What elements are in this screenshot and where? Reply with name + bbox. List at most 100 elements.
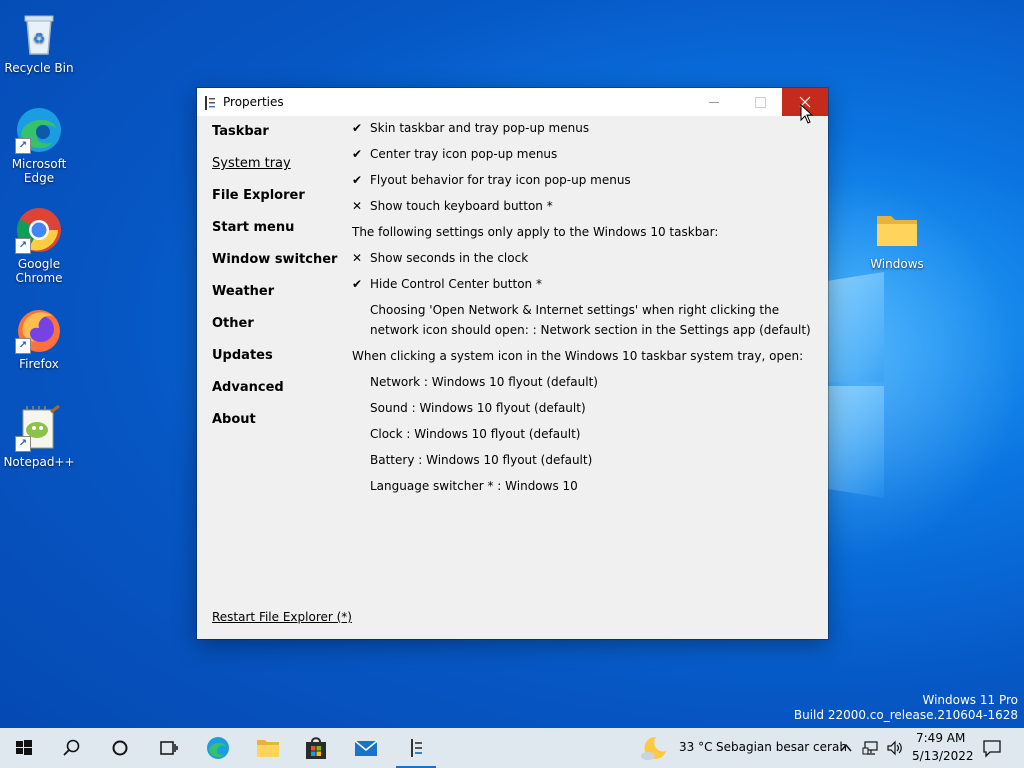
setting-clock-flyout[interactable]: Clock : Windows 10 flyout (default) [370, 427, 580, 441]
desktop-icon-label: Recycle Bin [4, 61, 74, 75]
app-icon [205, 95, 217, 110]
cortana-button[interactable] [96, 728, 144, 768]
maximize-button[interactable] [737, 88, 783, 116]
chrome-icon: ↗ [15, 206, 63, 254]
setting-battery-flyout[interactable]: Battery : Windows 10 flyout (default) [370, 453, 592, 467]
mail-icon [354, 740, 378, 756]
section-note: The following settings only apply to the… [352, 225, 719, 239]
nav-item-weather[interactable]: Weather [212, 284, 337, 316]
setting-show-seconds[interactable]: ✕ Show seconds in the clock [352, 251, 528, 265]
nav-item-advanced[interactable]: Advanced [212, 380, 337, 412]
shortcut-arrow-icon: ↗ [15, 436, 31, 452]
setting-label: Center tray icon pop-up menus [370, 147, 558, 161]
windows-logo-icon [16, 740, 32, 755]
desktop-icon-windows-folder[interactable]: Windows [860, 206, 934, 271]
setting-sound-flyout[interactable]: Sound : Windows 10 flyout (default) [370, 401, 586, 415]
desktop-icon-label: Google Chrome [15, 257, 63, 285]
desktop-icon-label: Windows [870, 257, 924, 271]
setting-label: network icon should open: : Network sect… [370, 323, 811, 337]
desktop-icon-notepadpp[interactable]: ↗ Notepad++ [2, 404, 76, 469]
notepadpp-icon: ↗ [15, 404, 63, 452]
volume-icon[interactable] [886, 739, 904, 757]
cortana-icon [112, 740, 128, 756]
clock-time: 7:49 AM [916, 731, 966, 745]
desktop-icon-label: Firefox [19, 357, 59, 371]
nav-item-updates[interactable]: Updates [212, 348, 337, 380]
notification-icon[interactable] [982, 738, 1002, 758]
search-button[interactable] [48, 728, 96, 768]
nav-item-start-menu[interactable]: Start menu [212, 220, 337, 252]
nav-item-other[interactable]: Other [212, 316, 337, 348]
nav-item-about[interactable]: About [212, 412, 337, 444]
nav-item-system-tray[interactable]: System tray [212, 156, 337, 188]
cross-icon: ✕ [352, 199, 363, 213]
setting-hide-control-center[interactable]: ✔ Hide Control Center button * [352, 277, 542, 291]
setting-network-choice[interactable]: Choosing 'Open Network & Internet settin… [370, 303, 811, 337]
desktop-icon-recycle-bin[interactable]: ♻ Recycle Bin [2, 10, 76, 75]
setting-network-flyout[interactable]: Network : Windows 10 flyout (default) [370, 375, 598, 389]
minimize-button[interactable] [691, 88, 737, 116]
setting-flyout-behavior[interactable]: ✔ Flyout behavior for tray icon pop-up me… [352, 173, 631, 187]
checkmark-icon: ✔ [352, 277, 363, 291]
edge-icon [207, 737, 229, 759]
shortcut-arrow-icon: ↗ [15, 338, 31, 354]
svg-text:♻: ♻ [33, 31, 46, 47]
window-title: Properties [223, 95, 284, 109]
setting-language-switcher[interactable]: Language switcher * : Windows 10 [370, 479, 578, 493]
nav-item-file-explorer[interactable]: File Explorer [212, 188, 337, 220]
setting-skin-taskbar[interactable]: ✔ Skin taskbar and tray pop-up menus [352, 121, 589, 135]
shortcut-arrow-icon: ↗ [15, 138, 31, 154]
restart-explorer-link[interactable]: Restart File Explorer (*) [212, 610, 352, 624]
setting-touch-keyboard[interactable]: ✕ Show touch keyboard button * [352, 199, 553, 213]
checkmark-icon: ✔ [352, 173, 363, 187]
task-view-button[interactable] [144, 728, 192, 768]
watermark-edition: Windows 11 Pro [922, 693, 1018, 707]
search-icon [63, 739, 80, 756]
recycle-bin-icon: ♻ [15, 10, 63, 58]
windows-watermark: Windows 11 Pro Build 22000.co_release.21… [794, 693, 1018, 723]
shortcut-arrow-icon: ↗ [15, 238, 31, 254]
desktop-icon-chrome[interactable]: ↗ Google Chrome [2, 206, 76, 285]
firefox-icon: ↗ [15, 306, 63, 354]
taskbar-file-explorer[interactable] [244, 728, 292, 768]
weather-description: Sebagian besar cerah [716, 740, 847, 754]
nav-item-taskbar[interactable]: Taskbar [212, 124, 337, 156]
system-icon-note: When clicking a system icon in the Windo… [352, 349, 804, 363]
desktop-icon-label: Microsoft Edge [11, 157, 67, 185]
network-icon[interactable] [862, 739, 880, 757]
setting-label: Show touch keyboard button * [370, 199, 553, 213]
taskbar-edge[interactable] [194, 728, 242, 768]
chevron-up-icon[interactable] [838, 740, 854, 756]
setting-label: Choosing 'Open Network & Internet settin… [370, 303, 780, 317]
taskbar: 33 °C Sebagian besar cerah 7:49 AM 5/13/… [0, 728, 1024, 768]
desktop-icon-firefox[interactable]: ↗ Firefox [2, 306, 76, 371]
properties-app-icon [411, 739, 422, 757]
settings-nav: Taskbar System tray File Explorer Start … [212, 124, 337, 444]
taskbar-store[interactable] [292, 728, 340, 768]
setting-center-tray[interactable]: ✔ Center tray icon pop-up menus [352, 147, 557, 161]
taskbar-mail[interactable] [342, 728, 390, 768]
taskbar-properties-app[interactable] [392, 728, 440, 768]
wallpaper-logo-pane [828, 386, 884, 498]
start-button[interactable] [0, 728, 48, 768]
task-view-icon [160, 741, 178, 755]
setting-label: Flyout behavior for tray icon pop-up men… [370, 173, 631, 187]
title-bar[interactable]: Properties [197, 88, 828, 116]
clock-date: 5/13/2022 [912, 749, 974, 763]
checkmark-icon: ✔ [352, 121, 363, 135]
mouse-cursor-icon [800, 104, 814, 124]
desktop-icon-label: Notepad++ [3, 455, 75, 469]
nav-item-window-switcher[interactable]: Window switcher [212, 252, 337, 284]
setting-label: Show seconds in the clock [370, 251, 529, 265]
edge-icon: ↗ [15, 106, 63, 154]
weather-temperature: 33 °C [679, 740, 713, 754]
moon-icon [641, 736, 666, 760]
setting-label: Hide Control Center button * [370, 277, 542, 291]
properties-window: Properties Taskbar System tray File Expl… [197, 88, 828, 639]
folder-icon [257, 740, 279, 757]
cross-icon: ✕ [352, 251, 363, 265]
desktop-icon-edge[interactable]: ↗ Microsoft Edge [2, 106, 76, 185]
setting-label: Skin taskbar and tray pop-up menus [370, 121, 590, 135]
watermark-build: Build 22000.co_release.210604-1628 [793, 708, 1018, 722]
folder-icon [873, 206, 921, 254]
